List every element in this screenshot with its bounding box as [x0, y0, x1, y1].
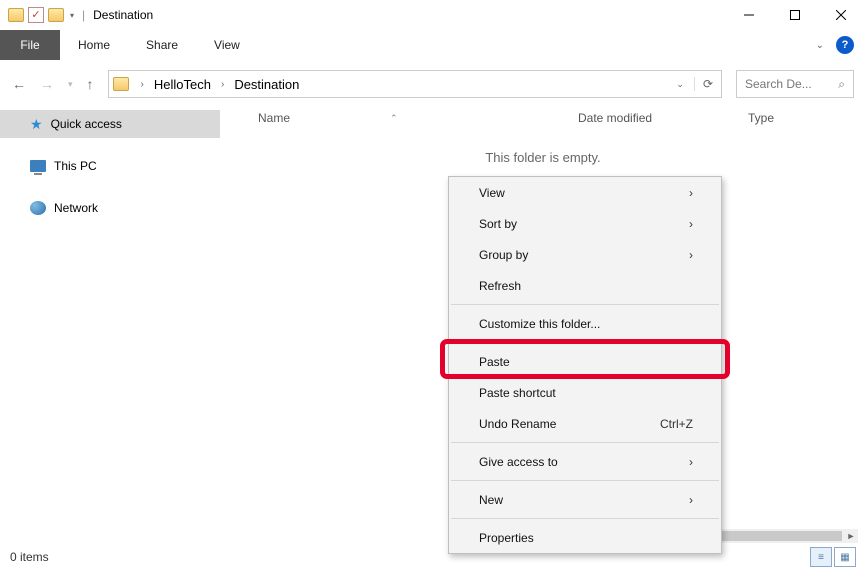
menu-label: Sort by	[479, 217, 517, 231]
chevron-right-icon[interactable]: ›	[221, 79, 224, 90]
ribbon-tabs: File Home Share View ⌄ ?	[0, 30, 866, 60]
menu-label: Group by	[479, 248, 528, 262]
chevron-right-icon: ›	[689, 493, 693, 507]
status-bar: 0 items ≡ ▦	[0, 543, 866, 571]
empty-folder-message: This folder is empty.	[220, 150, 866, 165]
context-menu-refresh[interactable]: Refresh	[449, 270, 721, 301]
menu-separator	[451, 342, 719, 343]
sidebar-item-this-pc[interactable]: This PC	[0, 152, 220, 180]
nav-arrows: ← → ▾ ↑	[12, 76, 94, 92]
new-folder-qat-icon[interactable]	[48, 8, 64, 22]
tab-share[interactable]: Share	[128, 30, 196, 60]
folder-icon	[113, 77, 129, 91]
search-box[interactable]: Search De... ⌕	[736, 70, 854, 98]
qat-customize-icon[interactable]: ▾	[70, 11, 74, 20]
sidebar-item-label: Quick access	[51, 117, 122, 131]
menu-label: View	[479, 186, 505, 200]
chevron-right-icon: ›	[689, 217, 693, 231]
column-name-label: Name	[258, 111, 290, 125]
breadcrumb-segment[interactable]: Destination	[234, 77, 299, 92]
context-menu-paste-shortcut[interactable]: Paste shortcut	[449, 377, 721, 408]
refresh-button[interactable]: ⟳	[694, 77, 713, 91]
chevron-right-icon: ›	[689, 455, 693, 469]
title-bar: ✓ ▾ | Destination	[0, 0, 866, 30]
item-count: 0 items	[10, 550, 49, 564]
column-type[interactable]: Type	[748, 111, 828, 125]
window-title: Destination	[93, 8, 153, 22]
menu-separator	[451, 518, 719, 519]
context-menu-group-by[interactable]: Group by ›	[449, 239, 721, 270]
menu-accelerator: Ctrl+Z	[660, 417, 693, 431]
menu-label: New	[479, 493, 503, 507]
menu-separator	[451, 442, 719, 443]
title-separator: |	[82, 8, 85, 22]
view-toggles: ≡ ▦	[810, 547, 856, 567]
menu-label: Undo Rename	[479, 417, 556, 431]
tab-view[interactable]: View	[196, 30, 258, 60]
chevron-right-icon: ›	[689, 186, 693, 200]
up-button[interactable]: ↑	[87, 76, 94, 92]
sort-indicator-icon: ⌃	[390, 113, 398, 124]
context-menu-paste[interactable]: Paste	[449, 346, 721, 377]
column-headers: Name ⌃ Date modified Type	[220, 104, 866, 132]
sidebar-item-network[interactable]: Network	[0, 194, 220, 222]
navigation-bar: ← → ▾ ↑ › HelloTech › Destination ⌄ ⟳ Se…	[0, 66, 866, 102]
chevron-right-icon[interactable]: ›	[141, 79, 144, 90]
column-name[interactable]: Name ⌃	[258, 111, 578, 125]
window-controls	[726, 0, 864, 30]
quick-access-toolbar: ✓ ▾	[2, 7, 74, 23]
close-button[interactable]	[818, 0, 864, 30]
details-view-button[interactable]: ≡	[810, 547, 832, 567]
address-bar[interactable]: › HelloTech › Destination ⌄ ⟳	[108, 70, 722, 98]
thumbnails-view-button[interactable]: ▦	[834, 547, 856, 567]
ribbon-collapse-icon[interactable]: ⌄	[816, 40, 824, 51]
menu-label: Paste	[479, 355, 510, 369]
maximize-button[interactable]	[772, 0, 818, 30]
menu-separator	[451, 480, 719, 481]
menu-label: Customize this folder...	[479, 317, 600, 331]
scroll-right-icon[interactable]: ►	[844, 531, 858, 541]
menu-label: Paste shortcut	[479, 386, 556, 400]
menu-separator	[451, 304, 719, 305]
search-placeholder: Search De...	[745, 77, 832, 91]
context-menu: View › Sort by › Group by › Refresh Customi…	[448, 176, 722, 554]
file-tab[interactable]: File	[0, 30, 60, 60]
tab-home[interactable]: Home	[60, 30, 128, 60]
navigation-pane: ★ Quick access This PC Network	[0, 104, 220, 543]
search-icon: ⌕	[838, 77, 845, 92]
context-menu-new[interactable]: New ›	[449, 484, 721, 515]
context-menu-view[interactable]: View ›	[449, 177, 721, 208]
minimize-button[interactable]	[726, 0, 772, 30]
context-menu-sort-by[interactable]: Sort by ›	[449, 208, 721, 239]
column-date[interactable]: Date modified	[578, 111, 748, 125]
sidebar-item-label: This PC	[54, 159, 97, 173]
context-menu-give-access[interactable]: Give access to ›	[449, 446, 721, 477]
explorer-body: ★ Quick access This PC Network Name ⌃ Da…	[0, 104, 866, 543]
context-menu-undo[interactable]: Undo Rename Ctrl+Z	[449, 408, 721, 439]
star-icon: ★	[30, 116, 43, 133]
pc-icon	[30, 160, 46, 172]
address-dropdown-icon[interactable]: ⌄	[676, 79, 684, 90]
back-button[interactable]: ←	[12, 76, 26, 92]
network-icon	[30, 201, 46, 215]
sidebar-item-quick-access[interactable]: ★ Quick access	[0, 110, 220, 138]
sidebar-item-label: Network	[54, 201, 98, 215]
properties-qat-icon[interactable]: ✓	[28, 7, 44, 23]
menu-label: Refresh	[479, 279, 521, 293]
recent-dropdown-icon[interactable]: ▾	[68, 79, 73, 90]
menu-label: Give access to	[479, 455, 558, 469]
chevron-right-icon: ›	[689, 248, 693, 262]
breadcrumb-segment[interactable]: HelloTech	[154, 77, 211, 92]
folder-icon	[8, 8, 24, 22]
context-menu-customize[interactable]: Customize this folder...	[449, 308, 721, 339]
forward-button: →	[40, 76, 54, 92]
help-icon[interactable]: ?	[836, 36, 854, 54]
